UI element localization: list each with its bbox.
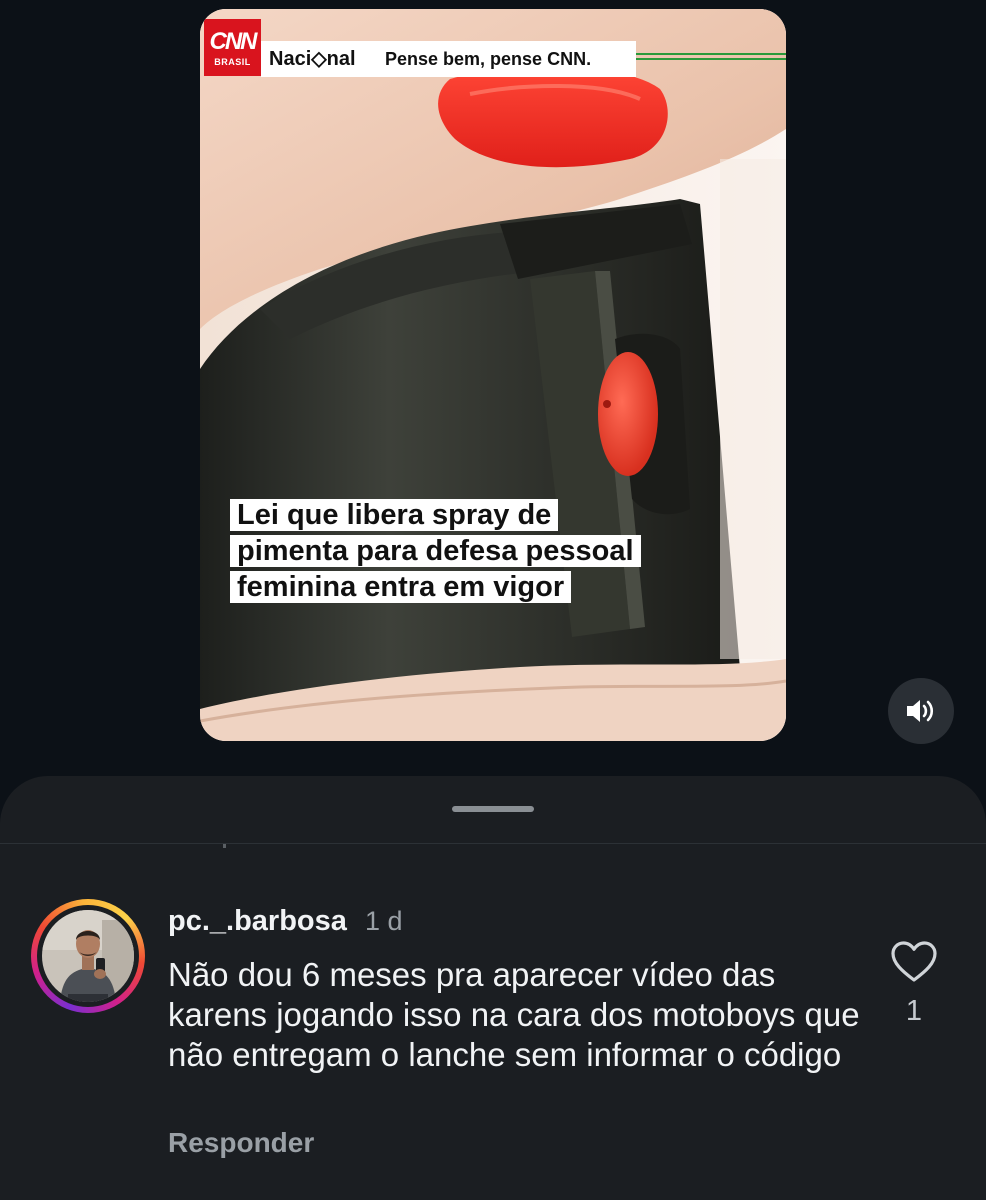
- cnn-logo-text: CNN: [209, 28, 258, 55]
- headline-line: pimenta para defesa pessoal: [230, 535, 641, 567]
- like-count: 1: [905, 995, 923, 1027]
- mute-button[interactable]: [888, 678, 954, 744]
- cnn-logo: CNN BRASIL: [204, 19, 261, 76]
- cnn-decorative-lines: [636, 53, 786, 63]
- scroll-indicator: [223, 844, 226, 848]
- speaker-volume-icon: [907, 700, 934, 722]
- avatar-image: [42, 910, 134, 1002]
- sheet-drag-handle[interactable]: [452, 806, 534, 812]
- comment-timestamp: 1 d: [365, 906, 403, 936]
- reply-button[interactable]: Responder: [168, 1126, 314, 1160]
- comment-text: Não dou 6 meses pra aparecer vídeo das k…: [168, 956, 860, 1073]
- video-frame-image: [200, 9, 786, 741]
- cnn-banner: CNN BRASIL Naci◇nal Pense bem, pense CNN…: [204, 19, 786, 77]
- cnn-slogan: Pense bem, pense CNN.: [385, 49, 592, 69]
- cnn-banner-strip: Naci◇nal Pense bem, pense CNN.: [261, 41, 636, 77]
- like-button[interactable]: [890, 940, 938, 984]
- sheet-divider: [0, 843, 986, 844]
- video-headline: Lei que libera spray de pimenta para def…: [230, 497, 750, 605]
- headline-line: feminina entra em vigor: [230, 571, 572, 603]
- headline-line: Lei que libera spray de: [230, 499, 559, 531]
- cnn-channel-name: Naci◇nal: [269, 48, 356, 70]
- video-player[interactable]: CNN BRASIL Naci◇nal Pense bem, pense CNN…: [200, 9, 786, 741]
- avatar[interactable]: [31, 899, 145, 1013]
- cnn-logo-subtext: BRASIL: [214, 57, 251, 67]
- heart-outline-icon: [891, 941, 937, 982]
- comment-username[interactable]: pc._.barbosa: [168, 904, 347, 938]
